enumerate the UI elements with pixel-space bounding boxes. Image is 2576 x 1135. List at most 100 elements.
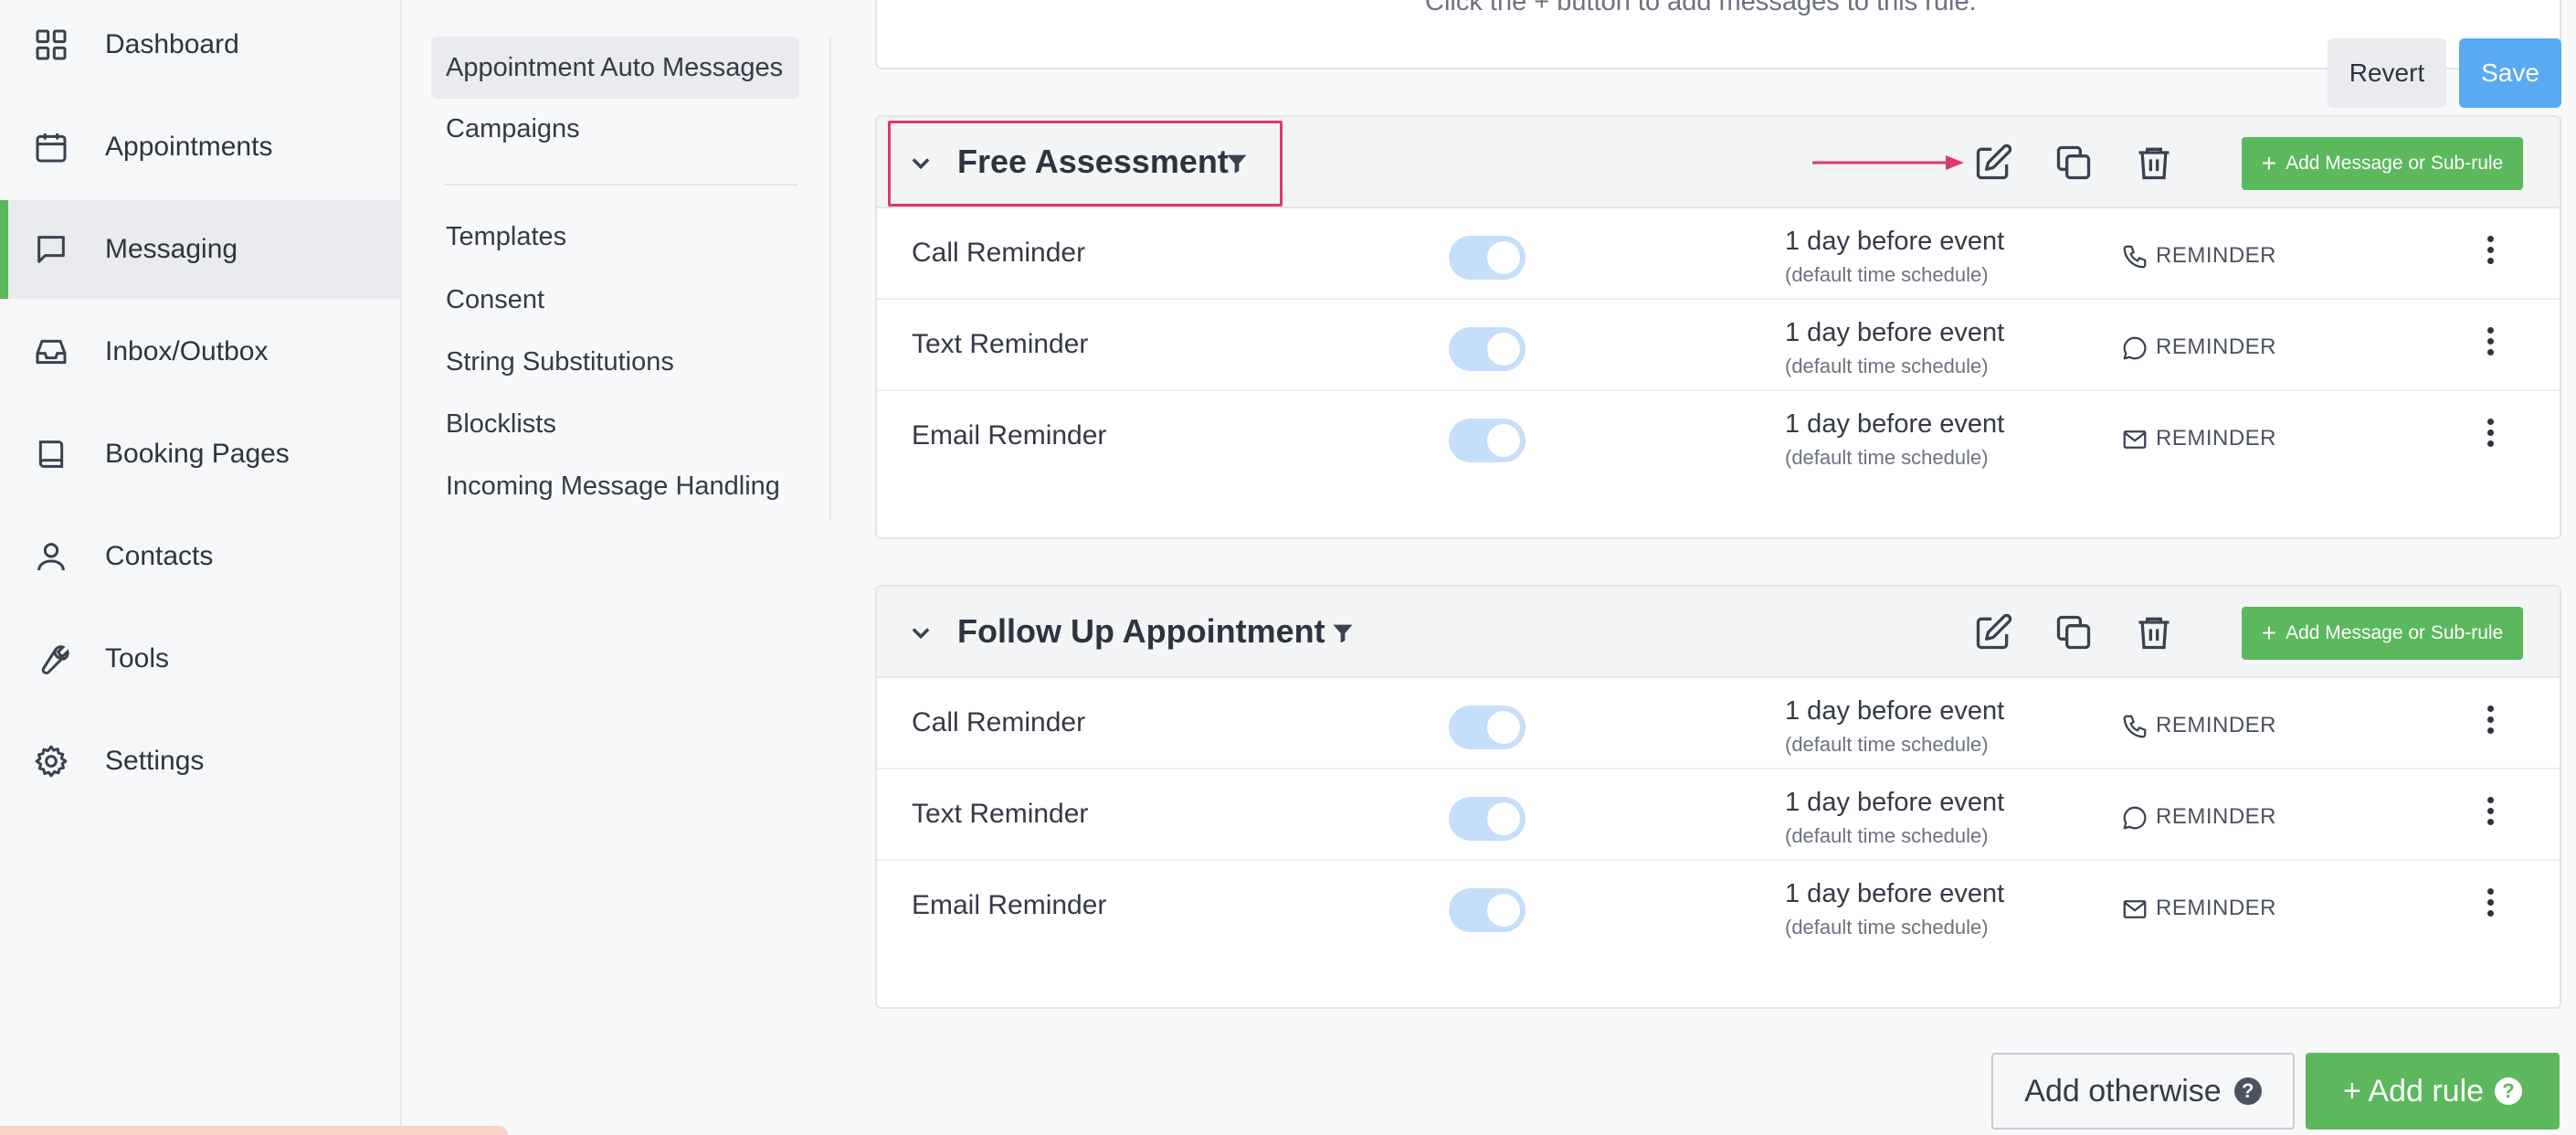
add-message-button[interactable]: + Add Message or Sub-rule (2242, 137, 2523, 190)
message-enabled-toggle[interactable] (1449, 327, 1526, 371)
sidebar-item-label: Inbox/Outbox (105, 336, 269, 366)
messaging-subnav: Appointment Auto Messages Campaigns Temp… (402, 0, 831, 1135)
message-icon (37, 236, 65, 263)
message-enabled-toggle[interactable] (1449, 705, 1526, 749)
message-schedule: (default time schedule) (1785, 824, 1989, 847)
rule-card-follow-up-appointment: Follow Up Appointment + Add Message or Su… (875, 585, 2561, 1009)
message-timing: 1 day before event (1785, 788, 2005, 817)
message-type: REMINDER (2156, 243, 2277, 268)
plus-icon: + (2261, 619, 2277, 647)
empty-rule-card: Click the + button to add messages to th… (875, 0, 2561, 69)
subnav-separator (829, 37, 831, 521)
subnav-item-consent[interactable]: Consent (431, 269, 799, 331)
revert-button[interactable]: Revert (2328, 38, 2446, 108)
rule-header: Follow Up Appointment + Add Message or Su… (877, 587, 2560, 678)
phone-icon (2123, 715, 2147, 738)
toggle-knob (1487, 241, 1520, 274)
rule-title: Follow Up Appointment (957, 612, 1325, 650)
message-name: Email Reminder (912, 890, 1107, 920)
edit-icon[interactable] (1973, 612, 2013, 652)
help-icon: ? (2233, 1077, 2262, 1105)
copy-icon[interactable] (2053, 612, 2094, 652)
rule-header: Free Assessment + Add Message or Sub-rule (877, 117, 2560, 208)
plus-icon: + (2261, 149, 2277, 177)
more-options-icon[interactable] (2485, 236, 2496, 272)
sidebar-item-messaging[interactable]: Messaging (0, 200, 400, 299)
message-timing: 1 day before event (1785, 318, 2005, 347)
message-timing: 1 day before event (1785, 409, 2005, 439)
more-options-icon[interactable] (2485, 888, 2496, 925)
filter-icon[interactable] (1330, 620, 1356, 647)
message-schedule: (default time schedule) (1785, 916, 1989, 939)
message-schedule: (default time schedule) (1785, 446, 1989, 469)
sidebar-item-label: Contacts (105, 541, 214, 571)
subnav-item-string-substitutions[interactable]: String Substitutions (431, 331, 799, 393)
message-enabled-toggle[interactable] (1449, 888, 1526, 932)
sidebar-item-booking-pages[interactable]: Booking Pages (0, 405, 400, 504)
copy-icon[interactable] (2053, 143, 2094, 183)
sidebar-item-appointments[interactable]: Appointments (0, 98, 400, 196)
toggle-knob (1487, 894, 1520, 927)
add-rule-button[interactable]: + Add rule ? (2306, 1053, 2560, 1130)
chat-icon (2123, 336, 2147, 360)
gear-icon (35, 745, 68, 778)
user-icon (37, 543, 65, 571)
add-message-label: Add Message or Sub-rule (2286, 153, 2504, 174)
sidebar-item-label: Dashboard (105, 29, 239, 59)
more-options-icon[interactable] (2485, 327, 2496, 364)
add-otherwise-button[interactable]: Add otherwise ? (1991, 1053, 2295, 1130)
sidebar-item-label: Appointments (105, 132, 273, 162)
inbox-icon (36, 339, 67, 365)
subnav-item-appointment-auto-messages[interactable]: Appointment Auto Messages (431, 37, 799, 99)
message-name: Text Reminder (912, 329, 1089, 359)
sidebar-item-settings[interactable]: Settings (0, 712, 400, 811)
more-options-icon[interactable] (2485, 419, 2496, 455)
subnav-item-campaigns[interactable]: Campaigns (431, 98, 799, 160)
mail-icon (2123, 900, 2147, 918)
toggle-knob (1487, 802, 1520, 835)
annotation-highlight-box (888, 121, 1283, 207)
message-row: Text Reminder 1 day before event (defaul… (877, 769, 2560, 861)
more-options-icon[interactable] (2485, 797, 2496, 833)
sidebar-item-inbox-outbox[interactable]: Inbox/Outbox (0, 302, 400, 401)
dashboard-icon (36, 29, 67, 60)
toggle-knob (1487, 333, 1520, 366)
sidebar-item-label: Settings (105, 746, 205, 776)
save-button[interactable]: Save (2459, 38, 2561, 108)
sidebar-item-tools[interactable]: Tools (0, 610, 400, 708)
message-enabled-toggle[interactable] (1449, 419, 1526, 462)
message-enabled-toggle[interactable] (1449, 236, 1526, 280)
subnav-item-incoming-message-handling[interactable]: Incoming Message Handling (431, 455, 799, 517)
chevron-down-icon[interactable] (908, 620, 934, 645)
chat-icon (2123, 806, 2147, 830)
add-message-label: Add Message or Sub-rule (2286, 622, 2504, 643)
message-type: REMINDER (2156, 804, 2277, 829)
message-row: Email Reminder 1 day before event (defau… (877, 861, 2560, 952)
trash-icon[interactable] (2134, 143, 2174, 183)
message-timing: 1 day before event (1785, 879, 2005, 908)
message-type: REMINDER (2156, 896, 2277, 920)
subnav-divider (445, 184, 797, 186)
more-options-icon[interactable] (2485, 705, 2496, 742)
sidebar-item-contacts[interactable]: Contacts (0, 507, 400, 606)
trash-icon[interactable] (2134, 612, 2174, 652)
wrench-icon (41, 645, 69, 675)
subnav-item-blocklists[interactable]: Blocklists (431, 393, 799, 455)
message-type: REMINDER (2156, 713, 2277, 737)
add-message-button[interactable]: + Add Message or Sub-rule (2242, 607, 2523, 660)
message-schedule: (default time schedule) (1785, 355, 1989, 377)
rule-card-free-assessment: Free Assessment + Add Message or Sub-rule… (875, 115, 2561, 539)
message-timing: 1 day before event (1785, 227, 2005, 256)
message-row: Call Reminder 1 day before event (defaul… (877, 208, 2560, 300)
sidebar-item-dashboard[interactable]: Dashboard (0, 0, 400, 94)
message-row: Call Reminder 1 day before event (defaul… (877, 678, 2560, 769)
edit-icon[interactable] (1973, 143, 2013, 183)
sidebar-item-label: Messaging (105, 234, 238, 264)
message-schedule: (default time schedule) (1785, 733, 1989, 756)
sidebar-item-label: Tools (105, 643, 170, 674)
message-row: Email Reminder 1 day before event (defau… (877, 391, 2560, 483)
add-otherwise-label: Add otherwise (2024, 1073, 2222, 1108)
message-enabled-toggle[interactable] (1449, 797, 1526, 841)
subnav-item-templates[interactable]: Templates (431, 206, 799, 268)
help-icon: ? (2495, 1077, 2523, 1105)
